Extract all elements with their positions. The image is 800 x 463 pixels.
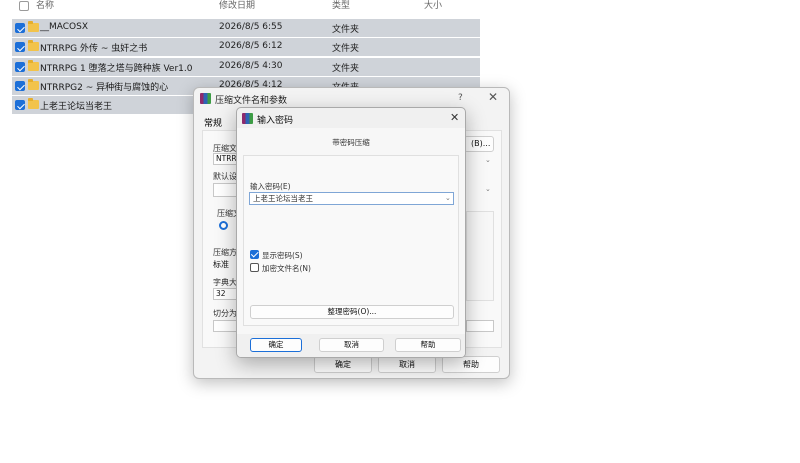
file-date: 2026/8/5 6:55 — [219, 22, 283, 32]
close-icon[interactable]: ✕ — [488, 90, 498, 104]
show-password-checkbox[interactable] — [250, 250, 259, 259]
enter-password-label: 输入密码(E) — [250, 182, 291, 191]
file-date: 2026/8/5 4:30 — [219, 61, 283, 71]
file-name: NTRRPG2 ~ 异种街与腐蚀的心 — [40, 83, 169, 93]
folder-icon — [28, 21, 39, 32]
browse-button[interactable]: (B)... — [464, 136, 494, 152]
organize-passwords-button[interactable]: 整理密码(O)... — [250, 305, 454, 319]
ok-button[interactable]: 确定 — [314, 356, 372, 373]
column-header-type[interactable]: 类型 — [332, 0, 350, 14]
compression-method-value[interactable]: 标准 — [213, 259, 229, 270]
chevron-down-icon[interactable]: ⌄ — [485, 156, 491, 164]
format-radio[interactable] — [219, 221, 228, 230]
help-button[interactable]: 帮助 — [442, 356, 500, 373]
file-type: 文件夹 — [332, 44, 360, 54]
row-checkbox[interactable] — [15, 81, 25, 91]
dictionary-size-label: 字典大 — [213, 278, 237, 287]
column-header-modified[interactable]: 修改日期 — [219, 0, 255, 14]
winrar-icon — [242, 113, 253, 124]
dialog-title: 压缩文件名和参数 — [215, 96, 288, 106]
file-date: 2026/8/5 6:12 — [219, 41, 283, 51]
chevron-down-icon[interactable]: ⌄ — [485, 185, 491, 193]
split-volumes-label: 切分为 — [213, 309, 237, 318]
tab-general[interactable]: 常规 — [204, 116, 222, 129]
cancel-button[interactable]: 取消 — [319, 338, 384, 352]
file-name: __MACOSX — [40, 22, 89, 32]
folder-icon — [28, 98, 39, 109]
password-input[interactable]: 上老王论坛当老王 — [249, 192, 454, 205]
file-name: NTRRPG 1 堕落之塔与跨种族 Ver1.0 — [40, 64, 193, 74]
file-row[interactable]: NTRRPG 1 堕落之塔与跨种族 Ver1.0 2026/8/5 4:30 文… — [12, 58, 480, 76]
file-row[interactable]: __MACOSX 2026/8/5 6:55 文件夹 — [12, 19, 480, 37]
file-type: 文件夹 — [332, 64, 360, 74]
row-checkbox[interactable] — [15, 42, 25, 52]
file-type: 文件夹 — [332, 25, 360, 35]
row-checkbox[interactable] — [15, 62, 25, 72]
folder-icon — [28, 79, 39, 90]
show-password-label[interactable]: 显示密码(S) — [262, 250, 303, 261]
chevron-down-icon[interactable]: ⌄ — [445, 194, 451, 202]
dialog-footer: 确定 取消 帮助 — [237, 334, 465, 357]
file-name: 上老王论坛当老王 — [40, 102, 113, 112]
file-row[interactable]: NTRRPG 外传 ~ 虫奸之书 2026/8/5 6:12 文件夹 — [12, 38, 480, 56]
help-icon[interactable]: ? — [458, 93, 463, 103]
default-settings-label: 默认设 — [213, 172, 237, 181]
enter-password-dialog: 输入密码 ✕ 带密码压缩 输入密码(E) 上老王论坛当老王 ⌄ 显示密码(S) … — [236, 107, 466, 358]
folder-icon — [28, 60, 39, 71]
column-header-size[interactable]: 大小 — [424, 0, 442, 14]
winrar-icon — [200, 93, 211, 104]
row-checkbox[interactable] — [15, 100, 25, 110]
options-group — [466, 211, 494, 301]
subtitle: 带密码压缩 — [332, 138, 370, 147]
cancel-button[interactable]: 取消 — [378, 356, 436, 373]
ok-button[interactable]: 确定 — [250, 338, 302, 352]
row-checkbox[interactable] — [15, 23, 25, 33]
select-all-checkbox[interactable] — [19, 1, 29, 11]
close-icon[interactable]: ✕ — [450, 111, 459, 124]
help-button[interactable]: 帮助 — [395, 338, 461, 352]
encrypt-filenames-checkbox[interactable] — [250, 263, 259, 272]
column-header-name[interactable]: 名称 — [36, 0, 54, 14]
volume-unit-field[interactable] — [466, 320, 494, 332]
dialog-title: 输入密码 — [257, 116, 294, 126]
compression-method-label: 压缩方 — [213, 248, 237, 257]
folder-icon — [28, 40, 39, 51]
file-name: NTRRPG 外传 ~ 虫奸之书 — [40, 44, 148, 54]
encrypt-filenames-label[interactable]: 加密文件名(N) — [262, 263, 311, 274]
